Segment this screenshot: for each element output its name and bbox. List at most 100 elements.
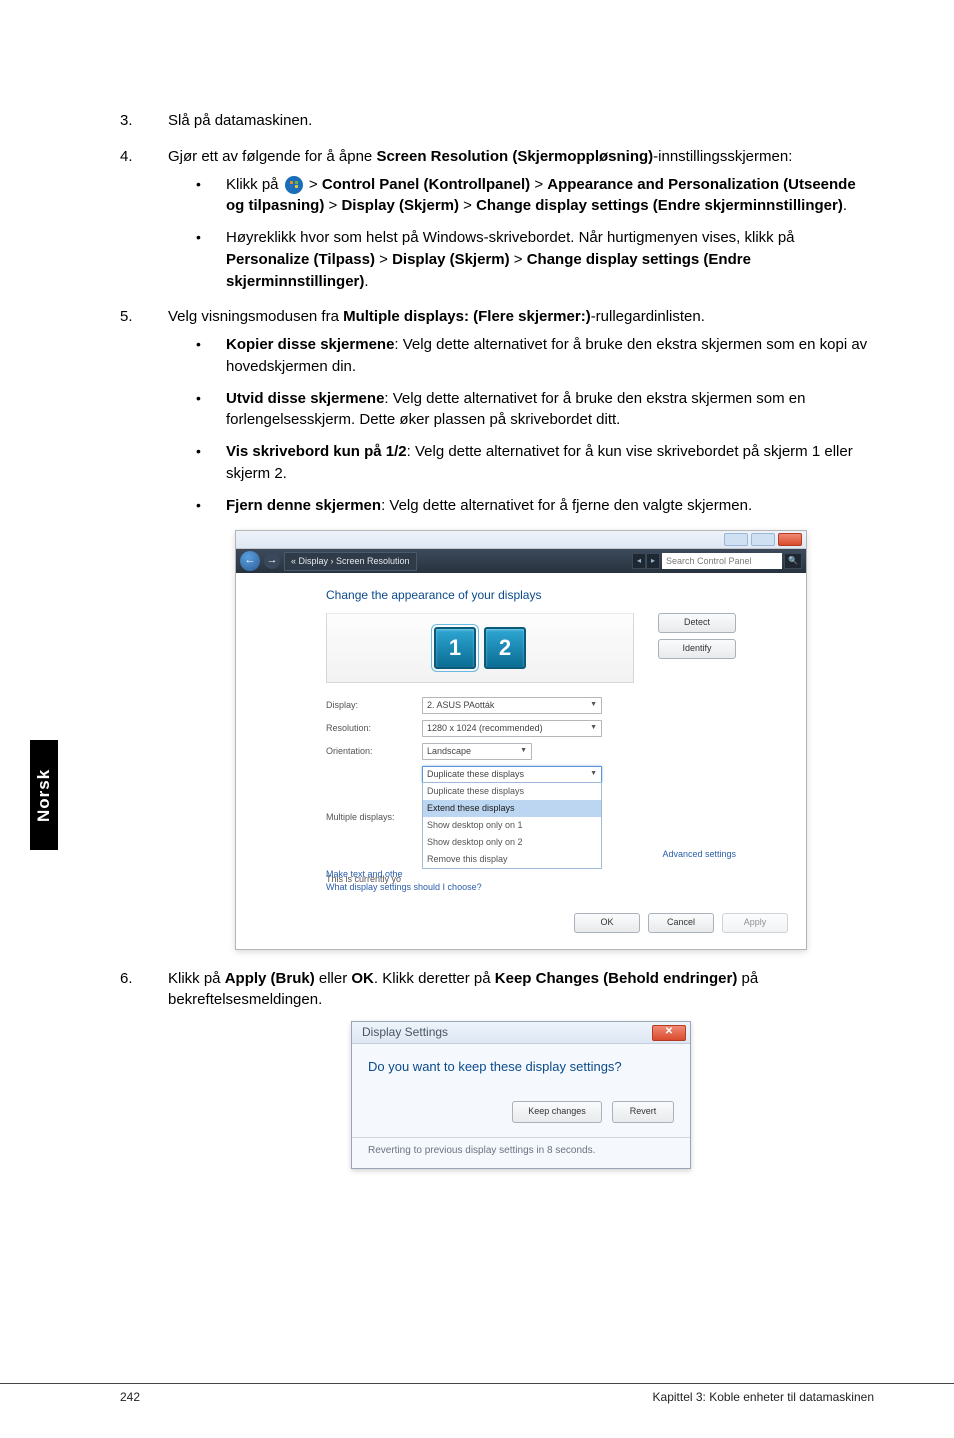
menu-option-duplicate[interactable]: Duplicate these displays: [423, 783, 601, 800]
chapter-title: Kapittel 3: Koble enheter til datamaskin…: [653, 1390, 874, 1404]
detect-button[interactable]: Detect: [658, 613, 736, 633]
menu-option-only1[interactable]: Show desktop only on 1: [423, 817, 601, 834]
dialog-question: Do you want to keep these display settin…: [368, 1058, 674, 1077]
step5-sublist: Kopier disse skjermene: Velg dette alter…: [196, 334, 874, 516]
label-display: Display:: [326, 699, 416, 712]
cancel-button[interactable]: Cancel: [648, 913, 714, 933]
step4-sublist: Klikk på > Control Panel (Kontrollpanel)…: [196, 174, 874, 293]
step4-a: Klikk på > Control Panel (Kontrollpanel)…: [196, 174, 874, 218]
s5-tail: -rullegardinlisten.: [591, 308, 705, 325]
search-input[interactable]: Search Control Panel: [662, 553, 782, 569]
orientation-dropdown[interactable]: Landscape ▼: [422, 743, 532, 760]
chevron-down-icon: ▼: [590, 723, 597, 733]
display-settings-dialog: Display Settings ✕ Do you want to keep t…: [351, 1021, 691, 1169]
s6-a: Klikk på: [168, 970, 225, 987]
nav-arrows: ◂ ▸: [632, 553, 660, 569]
page-number: 242: [120, 1390, 140, 1404]
nav-forward-icon[interactable]: →: [264, 553, 280, 569]
s5-lead: Velg visningsmodusen fra: [168, 308, 343, 325]
step5-c: Vis skrivebord kun på 1/2: Velg dette al…: [196, 441, 874, 485]
s4-tail: -innstillingsskjermen:: [653, 148, 792, 165]
search-placeholder: Search Control Panel: [666, 555, 752, 568]
label-orientation: Orientation:: [326, 745, 416, 758]
s4b-2: Display (Skjerm): [392, 251, 510, 268]
language-side-tab: Norsk: [30, 740, 58, 850]
multiple-displays-menu: Duplicate these displays Extend these di…: [422, 782, 602, 869]
ok-button[interactable]: OK: [574, 913, 640, 933]
maximize-button[interactable]: [751, 533, 775, 546]
monitor-1-icon[interactable]: 1: [434, 627, 476, 669]
s4a-pre: Klikk på: [226, 176, 283, 193]
s5-bold: Multiple displays: (Flere skjermer:): [343, 308, 591, 325]
nav-back-icon[interactable]: ←: [240, 551, 260, 571]
dialog-buttons: OK Cancel Apply: [236, 905, 806, 949]
minimize-button[interactable]: [724, 533, 748, 546]
s6-b1: Apply (Bruk): [225, 970, 315, 987]
page-footer: 242 Kapittel 3: Koble enheter til datama…: [0, 1383, 954, 1404]
text-size-link[interactable]: Make text and othe: [326, 868, 736, 881]
apply-button[interactable]: Apply: [722, 913, 788, 933]
monitor-arrangement-box[interactable]: 1 2: [326, 613, 634, 683]
chevron-down-icon: ▼: [590, 700, 597, 710]
window-titlebar: [236, 531, 806, 549]
s4-lead: Gjør ett av følgende for å åpne: [168, 148, 376, 165]
chevron-down-icon: ▼: [520, 746, 527, 756]
s4-bold: Screen Resolution (Skjermoppløsning): [376, 148, 653, 165]
step5-a: Kopier disse skjermene: Velg dette alter…: [196, 334, 874, 378]
menu-option-only2[interactable]: Show desktop only on 2: [423, 834, 601, 851]
display-form: Display: 2. ASUS PAották ▼ Resolution: 12…: [326, 697, 736, 869]
multiple-displays-dropdown[interactable]: Duplicate these displays▼: [422, 766, 602, 783]
display-value: 2. ASUS PAották: [427, 699, 494, 712]
monitor-2-icon[interactable]: 2: [484, 627, 526, 669]
arrow-left-icon[interactable]: ◂: [632, 553, 646, 569]
step-5: Velg visningsmodusen fra Multiple displa…: [120, 306, 874, 949]
search-go-icon[interactable]: 🔍: [784, 553, 802, 569]
breadcrumb-text: « Display › Screen Resolution: [291, 555, 410, 568]
arrow-right-icon[interactable]: ▸: [646, 553, 660, 569]
step-6: Klikk på Apply (Bruk) eller OK. Klikk de…: [120, 968, 874, 1170]
s5c-b: Vis skrivebord kun på 1/2: [226, 443, 407, 460]
identify-button[interactable]: Identify: [658, 639, 736, 659]
menu-option-remove[interactable]: Remove this display: [423, 851, 601, 868]
main-step-list: Slå på datamaskinen. Gjør ett av følgend…: [120, 110, 874, 1169]
dialog-title-bar: Display Settings ✕: [352, 1022, 690, 1044]
s4a-4: Change display settings (Endre skjerminn…: [476, 197, 843, 214]
s4a-1: Control Panel (Kontrollpanel): [322, 176, 530, 193]
help-link[interactable]: What display settings should I choose?: [326, 881, 736, 894]
dialog-title: Display Settings: [362, 1024, 448, 1041]
step5-b: Utvid disse skjermene: Velg dette altern…: [196, 388, 874, 432]
explorer-navbar: ← → « Display › Screen Resolution ◂ ▸ Se…: [236, 549, 806, 573]
s5b-b: Utvid disse skjermene: [226, 390, 384, 407]
dialog-close-button[interactable]: ✕: [652, 1025, 686, 1041]
s6-b3: Keep Changes (Behold endringer): [495, 970, 738, 987]
resolution-dropdown[interactable]: 1280 x 1024 (recommended) ▼: [422, 720, 602, 737]
keep-changes-button[interactable]: Keep changes: [512, 1101, 602, 1123]
step5-d: Fjern denne skjermen: Velg dette alterna…: [196, 495, 874, 517]
s4b-a: Høyreklikk hvor som helst på Windows-skr…: [226, 229, 795, 246]
s6-c: . Klikk deretter på: [374, 970, 495, 987]
screen-resolution-window: ← → « Display › Screen Resolution ◂ ▸ Se…: [235, 530, 807, 949]
windows-start-icon: [285, 176, 303, 194]
s5d-b: Fjern denne skjermen: [226, 497, 381, 514]
document-page: Slå på datamaskinen. Gjør ett av følgend…: [0, 0, 954, 1243]
window-body: Change the appearance of your displays 1…: [236, 573, 806, 904]
display-dropdown[interactable]: 2. ASUS PAották ▼: [422, 697, 602, 714]
dialog-countdown-text: Reverting to previous display settings i…: [352, 1137, 690, 1169]
step3-text: Slå på datamaskinen.: [168, 112, 312, 129]
s4b-1: Personalize (Tilpass): [226, 251, 375, 268]
advanced-settings-link[interactable]: Advanced settings: [662, 849, 736, 859]
resolution-value: 1280 x 1024 (recommended): [427, 722, 543, 735]
menu-option-extend[interactable]: Extend these displays: [423, 800, 601, 817]
chevron-down-icon: ▼: [590, 769, 597, 779]
revert-button[interactable]: Revert: [612, 1101, 674, 1123]
label-resolution: Resolution:: [326, 722, 416, 735]
breadcrumb[interactable]: « Display › Screen Resolution: [284, 552, 417, 571]
step4-b: Høyreklikk hvor som helst på Windows-skr…: [196, 227, 874, 292]
s6-b2: OK: [351, 970, 374, 987]
s5d-t: : Velg dette alternativet for å fjerne d…: [381, 497, 752, 514]
close-button[interactable]: [778, 533, 802, 546]
search-area: ◂ ▸ Search Control Panel 🔍: [632, 553, 802, 569]
step-4: Gjør ett av følgende for å åpne Screen R…: [120, 146, 874, 293]
label-multiple: Multiple displays:: [326, 811, 416, 824]
orientation-value: Landscape: [427, 745, 471, 758]
